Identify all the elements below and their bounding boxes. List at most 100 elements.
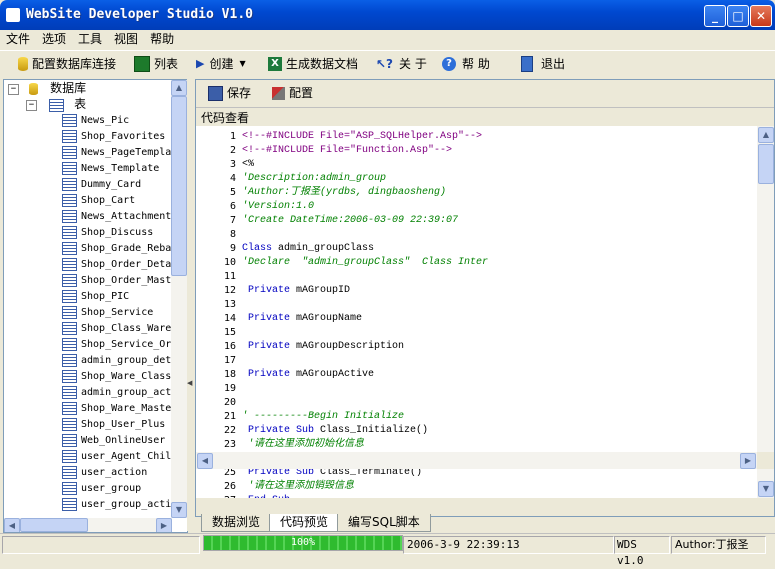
menu-options[interactable]: 选项 <box>36 30 72 49</box>
tree-table-item[interactable]: Shop_User_Plus <box>62 417 165 433</box>
scroll-thumb[interactable] <box>20 518 88 532</box>
code-editor[interactable]: 1234567891011121314151617181920212223242… <box>196 126 774 498</box>
scroll-up-button[interactable]: ▲ <box>758 127 774 143</box>
config-button[interactable]: 配置 <box>272 83 313 103</box>
line-number: 6 <box>229 201 236 212</box>
code-line: Private mAGroupID <box>242 284 350 298</box>
line-number: 22 <box>223 425 236 436</box>
tree-horizontal-scrollbar[interactable]: ◀ ▶ <box>4 518 172 532</box>
table-icon <box>62 321 77 335</box>
tree-table-label: Web_OnlineUser <box>81 435 166 446</box>
tree-table-item[interactable]: user_group <box>62 481 141 497</box>
menu-tools[interactable]: 工具 <box>72 30 108 49</box>
close-button[interactable]: ✕ <box>750 5 772 27</box>
tree-table-label: user_group_action <box>81 499 172 510</box>
tree-table-item[interactable]: Web_OnlineUser <box>62 433 165 449</box>
tree-table-label: Shop_Grade_Rebate <box>81 243 172 254</box>
tree-table-item[interactable]: user_group_action <box>62 497 172 513</box>
tree-table-item[interactable]: Shop_Class_Ware <box>62 321 171 337</box>
code-token: Private Sub <box>242 425 315 436</box>
line-number: 10 <box>223 257 236 268</box>
code-token: <!--#INCLUDE File="ASP_SQLHelper.Asp"--> <box>242 131 483 142</box>
editor-horizontal-scrollbar[interactable]: ◀ ▶ <box>196 452 774 469</box>
tree-table-item[interactable]: Shop_Grade_Rebate <box>62 241 172 257</box>
tree-table-item[interactable]: News_PageTemplate <box>62 145 172 161</box>
code-token: mAGroupDescription <box>290 341 405 352</box>
code-token: Private <box>242 369 291 380</box>
exit-button[interactable]: 退出 <box>521 54 565 74</box>
about-label: 关 于 <box>399 57 427 71</box>
tree-table-item[interactable]: Shop_Favorites <box>62 129 165 145</box>
code-line: 'Version:1.0 <box>242 200 314 214</box>
tree-table-item[interactable]: Shop_Cart <box>62 193 135 209</box>
code-line: 'Description:admin_group <box>242 172 386 186</box>
menu-view[interactable]: 视图 <box>108 30 144 49</box>
scroll-thumb[interactable] <box>171 96 187 276</box>
tab-code-preview[interactable]: 代码预览 <box>269 514 340 532</box>
scroll-down-button[interactable]: ▼ <box>171 502 187 518</box>
code-line: <% <box>242 158 254 172</box>
scroll-left-button[interactable]: ◀ <box>4 518 20 532</box>
table-icon <box>62 353 77 367</box>
save-button[interactable]: 保存 <box>208 83 251 103</box>
tree-table-item[interactable]: Shop_PIC <box>62 289 129 305</box>
tree-table-item[interactable]: admin_group_action <box>62 385 172 401</box>
help-button[interactable]: ? 帮 助 <box>442 54 490 74</box>
tree-table-item[interactable]: Shop_Service_Order <box>62 337 172 353</box>
status-author: Author:丁报圣 <box>671 536 766 554</box>
tree-root[interactable]: − 数据库 <box>8 80 86 96</box>
scroll-right-button[interactable]: ▶ <box>156 518 172 532</box>
code-text[interactable]: <!--#INCLUDE File="ASP_SQLHelper.Asp"-->… <box>242 126 754 498</box>
list-tables-button[interactable]: 列表 <box>134 54 178 74</box>
tree-table-label: Shop_Discuss <box>81 227 154 238</box>
table-icon <box>62 193 77 207</box>
tab-sql-script[interactable]: 编写SQL脚本 <box>337 514 431 532</box>
tree-table-item[interactable]: Shop_Service <box>62 305 153 321</box>
config-db-button[interactable]: 配置数据库连接 <box>18 54 116 74</box>
scroll-right-button[interactable]: ▶ <box>740 453 756 469</box>
about-button[interactable]: ↖? 关 于 <box>376 54 427 74</box>
tree-table-item[interactable]: Shop_Discuss <box>62 225 153 241</box>
tree-tables-node[interactable]: − 表 <box>26 96 86 112</box>
gen-doc-button[interactable]: X 生成数据文档 <box>268 54 358 74</box>
tree-table-item[interactable]: Dummy_Card <box>62 177 141 193</box>
scroll-down-button[interactable]: ▼ <box>758 481 774 497</box>
tab-data-browse[interactable]: 数据浏览 <box>201 514 272 532</box>
tree-table-item[interactable]: user_action <box>62 465 147 481</box>
tree-table-item[interactable]: News_Pic <box>62 113 129 129</box>
tree-table-item[interactable]: News_Attachment <box>62 209 171 225</box>
tree-table-item[interactable]: Shop_Ware_Master <box>62 401 172 417</box>
tree-table-label: admin_group_action <box>81 387 172 398</box>
table-icon <box>62 225 77 239</box>
maximize-button[interactable]: □ <box>727 5 749 27</box>
create-button[interactable]: ▶ 创建 ▼ <box>196 54 246 74</box>
tree-table-label: user_group <box>81 483 142 494</box>
line-number: 5 <box>229 187 236 198</box>
tree-table-item[interactable]: user_Agent_Child <box>62 449 172 465</box>
create-label: 创建 <box>209 57 234 71</box>
help-label: 帮 助 <box>462 57 490 71</box>
status-message <box>2 536 200 554</box>
menu-file[interactable]: 文件 <box>0 30 36 49</box>
exit-door-icon <box>521 56 533 72</box>
menu-help[interactable]: 帮助 <box>144 30 180 49</box>
code-token: <!--#INCLUDE File="Function.Asp"--> <box>242 145 453 156</box>
minimize-button[interactable]: _ <box>704 5 726 27</box>
line-number: 11 <box>223 271 236 282</box>
editor-vertical-scrollbar[interactable]: ▲ ▼ <box>757 126 774 498</box>
tree-table-item[interactable]: Shop_Ware_Class <box>62 369 171 385</box>
tree-vertical-scrollbar[interactable]: ▲ ▼ <box>171 80 187 518</box>
collapse-icon: − <box>26 99 37 111</box>
table-icon <box>62 289 77 303</box>
code-token: Private <box>242 285 291 296</box>
scroll-left-button[interactable]: ◀ <box>197 453 213 469</box>
tree-table-item[interactable]: News_Template <box>62 161 159 177</box>
panel-splitter[interactable]: ◀ <box>187 79 194 531</box>
tree-table-item[interactable]: Shop_Order_Master <box>62 273 172 289</box>
tree-table-item[interactable]: admin_group_detail <box>62 353 172 369</box>
list-tables-label: 列表 <box>154 57 179 71</box>
table-icon <box>62 369 77 383</box>
tree-table-item[interactable]: Shop_Order_Detail <box>62 257 172 273</box>
scroll-thumb[interactable] <box>758 144 774 184</box>
scroll-up-button[interactable]: ▲ <box>171 80 187 96</box>
